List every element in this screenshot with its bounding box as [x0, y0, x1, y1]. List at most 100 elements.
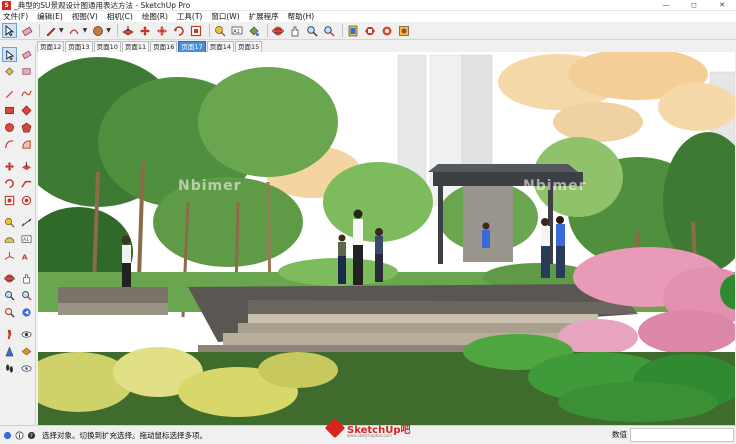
menu-draw[interactable]: 绘图(R): [142, 11, 168, 22]
pan-icon[interactable]: [288, 23, 303, 38]
section-icon[interactable]: [19, 344, 34, 359]
status-message: 选择对象。切换到扩充选择。拖动鼠标选择多项。: [42, 430, 207, 440]
text-icon[interactable]: A1: [19, 232, 34, 247]
svg-text:A1: A1: [234, 28, 241, 34]
geolocation-icon[interactable]: [3, 431, 12, 440]
orbit-icon[interactable]: [2, 271, 17, 286]
select-icon[interactable]: [2, 23, 17, 38]
pencil-icon[interactable]: [43, 23, 58, 38]
move-icon[interactable]: [138, 23, 153, 38]
extension-icon[interactable]: [363, 23, 378, 38]
minimize-button[interactable]: —: [652, 0, 680, 11]
person-figure: [375, 228, 383, 282]
tab-page-16[interactable]: 页面16: [150, 41, 178, 52]
help-icon[interactable]: ?: [27, 431, 36, 440]
pushpull-icon[interactable]: [19, 159, 34, 174]
menu-camera[interactable]: 相机(C): [107, 11, 133, 22]
eraser-icon[interactable]: [19, 47, 34, 62]
model-viewport[interactable]: Nbimer Nbimer: [38, 52, 735, 425]
info-icon[interactable]: [15, 431, 24, 440]
footprint-icon[interactable]: [2, 361, 17, 376]
zoom-window-icon[interactable]: [19, 288, 34, 303]
previous-view-icon[interactable]: [19, 305, 34, 320]
menu-tools[interactable]: 工具(T): [177, 11, 202, 22]
chevron-down-icon[interactable]: ▼: [59, 27, 64, 34]
zoom-icon[interactable]: [2, 288, 17, 303]
paint-icon[interactable]: [247, 23, 262, 38]
tool-palette: A1 A: [0, 45, 36, 425]
scene-render: [38, 52, 735, 425]
maximize-button[interactable]: ◻: [680, 0, 708, 11]
polygon-icon[interactable]: [19, 120, 34, 135]
3dtext-icon[interactable]: A: [19, 249, 34, 264]
rotate-icon[interactable]: [155, 23, 170, 38]
close-button[interactable]: ✕: [708, 0, 736, 11]
tab-page-17[interactable]: 页面17: [178, 41, 206, 52]
menu-extensions[interactable]: 扩展程序: [249, 11, 279, 22]
rotate-icon[interactable]: [2, 176, 17, 191]
menu-help[interactable]: 帮助(H): [288, 11, 315, 22]
offset-icon[interactable]: [189, 23, 204, 38]
paint-icon[interactable]: [2, 64, 17, 79]
move-icon[interactable]: [2, 159, 17, 174]
toolbar-separator: [116, 24, 118, 37]
select-icon[interactable]: [2, 47, 17, 62]
eye-icon[interactable]: [19, 361, 34, 376]
eraser-icon[interactable]: [19, 23, 34, 38]
tab-page-15[interactable]: 页面15: [234, 41, 263, 52]
scale-icon[interactable]: [2, 193, 17, 208]
menu-view[interactable]: 视图(V): [72, 11, 98, 22]
rectangle-icon[interactable]: [90, 23, 105, 38]
offset-icon[interactable]: [19, 193, 34, 208]
eraser-alt-icon[interactable]: [19, 64, 34, 79]
menu-file[interactable]: 文件(F): [3, 11, 28, 22]
style-icon[interactable]: [397, 23, 412, 38]
orbit-icon[interactable]: [271, 23, 286, 38]
dimension-icon[interactable]: [19, 215, 34, 230]
pan-icon[interactable]: [19, 271, 34, 286]
tape-icon[interactable]: [213, 23, 228, 38]
scale-icon[interactable]: [172, 23, 187, 38]
chevron-down-icon[interactable]: ▼: [83, 27, 88, 34]
warehouse-icon[interactable]: [346, 23, 361, 38]
arc-icon[interactable]: [67, 23, 82, 38]
zoom-extents-icon[interactable]: [322, 23, 337, 38]
menu-edit[interactable]: 编辑(E): [37, 11, 63, 22]
tape-icon[interactable]: [2, 215, 17, 230]
protractor-icon[interactable]: [2, 232, 17, 247]
svg-text:A1: A1: [23, 237, 29, 243]
tab-page-10[interactable]: 页面10: [93, 41, 121, 52]
chevron-down-icon[interactable]: ▼: [106, 27, 111, 34]
pushpull-icon[interactable]: [121, 23, 136, 38]
pencil-icon[interactable]: [2, 86, 17, 101]
toolbar-separator: [266, 24, 268, 37]
tab-page-13[interactable]: 页面13: [65, 41, 93, 52]
sketchup-window: S _典型的SU景观设计图通用表达方法 - SketchUp Pro — ◻ ✕…: [0, 0, 736, 444]
svg-text:?: ?: [30, 433, 33, 439]
title-bar: S _典型的SU景观设计图通用表达方法 - SketchUp Pro — ◻ ✕: [0, 0, 736, 11]
axes-icon[interactable]: [2, 249, 17, 264]
walk-icon[interactable]: [2, 327, 17, 342]
measurements-input[interactable]: [630, 428, 734, 442]
rotated-rect-icon[interactable]: [19, 103, 34, 118]
freehand-icon[interactable]: [19, 86, 34, 101]
rectangle-icon[interactable]: [2, 103, 17, 118]
pie-icon[interactable]: [19, 137, 34, 152]
menu-bar: 文件(F) 编辑(E) 视图(V) 相机(C) 绘图(R) 工具(T) 窗口(W…: [0, 11, 736, 22]
menu-window[interactable]: 窗口(W): [211, 11, 239, 22]
text-icon[interactable]: A1: [230, 23, 245, 38]
component-icon[interactable]: [380, 23, 395, 38]
tab-page-14[interactable]: 页面14: [206, 41, 234, 52]
person-figure: [556, 216, 565, 278]
arc-icon[interactable]: [2, 137, 17, 152]
tab-page-11[interactable]: 页面11: [121, 41, 150, 52]
circle-icon[interactable]: [2, 120, 17, 135]
lookaround-icon[interactable]: [19, 327, 34, 342]
zoom-extents-icon[interactable]: [2, 305, 17, 320]
followme-icon[interactable]: [19, 176, 34, 191]
zoom-icon[interactable]: [305, 23, 320, 38]
window-title: _典型的SU景观设计图通用表达方法 - SketchUp Pro: [14, 0, 191, 10]
position-camera-icon[interactable]: [2, 344, 17, 359]
tab-page-12[interactable]: 页面12: [37, 41, 65, 52]
logo-url: www.sketchupbar.com: [347, 433, 392, 438]
